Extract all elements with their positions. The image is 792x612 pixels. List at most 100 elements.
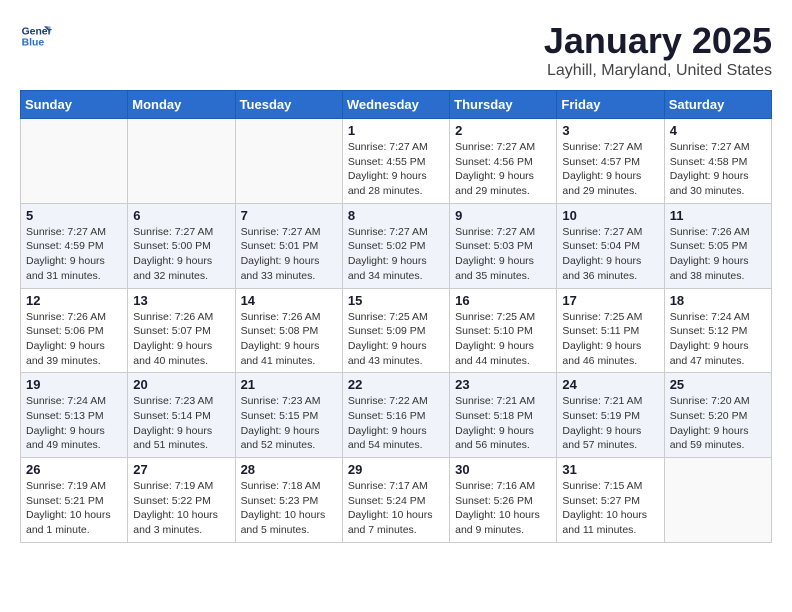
- day-info: Sunrise: 7:20 AM Sunset: 5:20 PM Dayligh…: [670, 394, 766, 453]
- weekday-header-wednesday: Wednesday: [342, 91, 449, 119]
- day-info: Sunrise: 7:27 AM Sunset: 4:55 PM Dayligh…: [348, 140, 444, 199]
- weekday-header-sunday: Sunday: [21, 91, 128, 119]
- day-cell-14: 14Sunrise: 7:26 AM Sunset: 5:08 PM Dayli…: [235, 288, 342, 373]
- day-number: 24: [562, 377, 658, 392]
- day-info: Sunrise: 7:27 AM Sunset: 4:58 PM Dayligh…: [670, 140, 766, 199]
- day-cell-6: 6 Sunrise: 7:27 AM Sunset: 5:00 PM Daylig…: [128, 203, 235, 288]
- day-info: Sunrise: 7:26 AM Sunset: 5:06 PM Dayligh…: [26, 310, 122, 369]
- day-number: 16: [455, 293, 551, 308]
- day-number: 11: [670, 208, 766, 223]
- empty-cell: [664, 458, 771, 543]
- day-cell-18: 18 Sunrise: 7:24 AM Sunset: 5:12 PM Dayli…: [664, 288, 771, 373]
- day-info: Sunrise: 7:25 AM Sunset: 5:11 PM Dayligh…: [562, 310, 658, 369]
- day-cell-1: 1 Sunrise: 7:27 AM Sunset: 4:55 PM Daylig…: [342, 119, 449, 204]
- week-row-5: 26Sunrise: 7:19 AM Sunset: 5:21 PM Dayli…: [21, 458, 772, 543]
- day-info: Sunrise: 7:18 AM Sunset: 5:23 PM Dayligh…: [241, 479, 337, 538]
- day-cell-17: 17 Sunrise: 7:25 AM Sunset: 5:11 PM Dayli…: [557, 288, 664, 373]
- day-cell-26: 26Sunrise: 7:19 AM Sunset: 5:21 PM Dayli…: [21, 458, 128, 543]
- day-info: Sunrise: 7:27 AM Sunset: 4:57 PM Dayligh…: [562, 140, 658, 199]
- day-cell-25: 25 Sunrise: 7:20 AM Sunset: 5:20 PM Dayli…: [664, 373, 771, 458]
- day-info: Sunrise: 7:19 AM Sunset: 5:22 PM Dayligh…: [133, 479, 229, 538]
- day-info: Sunrise: 7:21 AM Sunset: 5:19 PM Dayligh…: [562, 394, 658, 453]
- week-row-3: 12 Sunrise: 7:26 AM Sunset: 5:06 PM Dayli…: [21, 288, 772, 373]
- day-info: Sunrise: 7:15 AM Sunset: 5:27 PM Dayligh…: [562, 479, 658, 538]
- day-info: Sunrise: 7:23 AM Sunset: 5:15 PM Dayligh…: [241, 394, 337, 453]
- calendar: SundayMondayTuesdayWednesdayThursdayFrid…: [20, 90, 772, 543]
- day-cell-21: 21Sunrise: 7:23 AM Sunset: 5:15 PM Dayli…: [235, 373, 342, 458]
- day-cell-31: 31Sunrise: 7:15 AM Sunset: 5:27 PM Dayli…: [557, 458, 664, 543]
- day-number: 30: [455, 462, 551, 477]
- day-number: 20: [133, 377, 229, 392]
- day-number: 12: [26, 293, 122, 308]
- day-number: 1: [348, 123, 444, 138]
- day-cell-3: 3 Sunrise: 7:27 AM Sunset: 4:57 PM Daylig…: [557, 119, 664, 204]
- weekday-header-tuesday: Tuesday: [235, 91, 342, 119]
- day-number: 4: [670, 123, 766, 138]
- day-cell-24: 24 Sunrise: 7:21 AM Sunset: 5:19 PM Dayli…: [557, 373, 664, 458]
- logo: General Blue: [20, 20, 52, 52]
- day-number: 5: [26, 208, 122, 223]
- day-cell-30: 30 Sunrise: 7:16 AM Sunset: 5:26 PM Dayli…: [450, 458, 557, 543]
- day-number: 17: [562, 293, 658, 308]
- empty-cell: [235, 119, 342, 204]
- day-cell-8: 8Sunrise: 7:27 AM Sunset: 5:02 PM Daylig…: [342, 203, 449, 288]
- day-info: Sunrise: 7:22 AM Sunset: 5:16 PM Dayligh…: [348, 394, 444, 453]
- week-row-1: 1 Sunrise: 7:27 AM Sunset: 4:55 PM Daylig…: [21, 119, 772, 204]
- day-number: 6: [133, 208, 229, 223]
- day-cell-11: 11Sunrise: 7:26 AM Sunset: 5:05 PM Dayli…: [664, 203, 771, 288]
- logo-icon: General Blue: [20, 20, 52, 52]
- empty-cell: [21, 119, 128, 204]
- day-info: Sunrise: 7:27 AM Sunset: 5:01 PM Dayligh…: [241, 225, 337, 284]
- day-cell-13: 13Sunrise: 7:26 AM Sunset: 5:07 PM Dayli…: [128, 288, 235, 373]
- week-row-2: 5 Sunrise: 7:27 AM Sunset: 4:59 PM Daylig…: [21, 203, 772, 288]
- day-number: 2: [455, 123, 551, 138]
- day-info: Sunrise: 7:19 AM Sunset: 5:21 PM Dayligh…: [26, 479, 122, 538]
- day-cell-27: 27 Sunrise: 7:19 AM Sunset: 5:22 PM Dayli…: [128, 458, 235, 543]
- week-row-4: 19Sunrise: 7:24 AM Sunset: 5:13 PM Dayli…: [21, 373, 772, 458]
- day-info: Sunrise: 7:27 AM Sunset: 4:59 PM Dayligh…: [26, 225, 122, 284]
- day-number: 3: [562, 123, 658, 138]
- day-cell-4: 4 Sunrise: 7:27 AM Sunset: 4:58 PM Daylig…: [664, 119, 771, 204]
- day-number: 9: [455, 208, 551, 223]
- weekday-header-friday: Friday: [557, 91, 664, 119]
- weekday-header-saturday: Saturday: [664, 91, 771, 119]
- day-number: 7: [241, 208, 337, 223]
- day-number: 25: [670, 377, 766, 392]
- day-cell-23: 23 Sunrise: 7:21 AM Sunset: 5:18 PM Dayli…: [450, 373, 557, 458]
- day-number: 8: [348, 208, 444, 223]
- title-block: January 2025 Layhill, Maryland, United S…: [544, 20, 772, 80]
- month-title: January 2025: [544, 20, 772, 62]
- day-cell-22: 22Sunrise: 7:22 AM Sunset: 5:16 PM Dayli…: [342, 373, 449, 458]
- day-number: 29: [348, 462, 444, 477]
- day-info: Sunrise: 7:26 AM Sunset: 5:07 PM Dayligh…: [133, 310, 229, 369]
- day-cell-9: 9 Sunrise: 7:27 AM Sunset: 5:03 PM Daylig…: [450, 203, 557, 288]
- day-number: 15: [348, 293, 444, 308]
- day-info: Sunrise: 7:25 AM Sunset: 5:10 PM Dayligh…: [455, 310, 551, 369]
- weekday-header-row: SundayMondayTuesdayWednesdayThursdayFrid…: [21, 91, 772, 119]
- day-cell-5: 5 Sunrise: 7:27 AM Sunset: 4:59 PM Daylig…: [21, 203, 128, 288]
- day-info: Sunrise: 7:26 AM Sunset: 5:08 PM Dayligh…: [241, 310, 337, 369]
- day-number: 18: [670, 293, 766, 308]
- day-info: Sunrise: 7:25 AM Sunset: 5:09 PM Dayligh…: [348, 310, 444, 369]
- weekday-header-monday: Monday: [128, 91, 235, 119]
- day-cell-19: 19Sunrise: 7:24 AM Sunset: 5:13 PM Dayli…: [21, 373, 128, 458]
- day-info: Sunrise: 7:21 AM Sunset: 5:18 PM Dayligh…: [455, 394, 551, 453]
- day-number: 28: [241, 462, 337, 477]
- day-info: Sunrise: 7:24 AM Sunset: 5:12 PM Dayligh…: [670, 310, 766, 369]
- empty-cell: [128, 119, 235, 204]
- day-cell-12: 12 Sunrise: 7:26 AM Sunset: 5:06 PM Dayli…: [21, 288, 128, 373]
- day-cell-29: 29Sunrise: 7:17 AM Sunset: 5:24 PM Dayli…: [342, 458, 449, 543]
- day-info: Sunrise: 7:27 AM Sunset: 5:00 PM Dayligh…: [133, 225, 229, 284]
- day-cell-7: 7 Sunrise: 7:27 AM Sunset: 5:01 PM Daylig…: [235, 203, 342, 288]
- day-info: Sunrise: 7:27 AM Sunset: 4:56 PM Dayligh…: [455, 140, 551, 199]
- day-number: 27: [133, 462, 229, 477]
- location: Layhill, Maryland, United States: [544, 62, 772, 80]
- day-info: Sunrise: 7:27 AM Sunset: 5:03 PM Dayligh…: [455, 225, 551, 284]
- day-info: Sunrise: 7:24 AM Sunset: 5:13 PM Dayligh…: [26, 394, 122, 453]
- day-cell-15: 15 Sunrise: 7:25 AM Sunset: 5:09 PM Dayli…: [342, 288, 449, 373]
- day-number: 23: [455, 377, 551, 392]
- svg-text:Blue: Blue: [22, 38, 45, 49]
- day-info: Sunrise: 7:16 AM Sunset: 5:26 PM Dayligh…: [455, 479, 551, 538]
- day-cell-2: 2 Sunrise: 7:27 AM Sunset: 4:56 PM Daylig…: [450, 119, 557, 204]
- day-cell-20: 20Sunrise: 7:23 AM Sunset: 5:14 PM Dayli…: [128, 373, 235, 458]
